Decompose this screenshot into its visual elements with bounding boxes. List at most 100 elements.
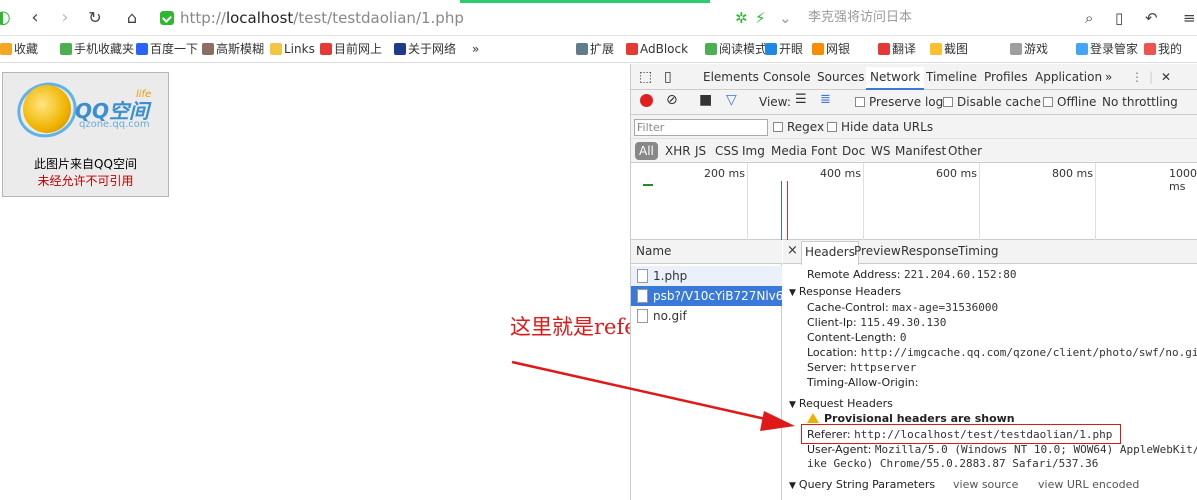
bookmark-item[interactable]: 关于网络 (394, 41, 456, 58)
throttling-select[interactable]: No throttling (1102, 95, 1178, 109)
type-js[interactable]: JS (695, 144, 706, 158)
timeline-overview[interactable]: 200 ms 400 ms 600 ms 800 ms 1000 ms (631, 163, 1197, 240)
bookmark-item[interactable]: 收藏 (0, 41, 38, 58)
refresh-engine-icon[interactable]: ✲ (735, 6, 748, 30)
undo-icon[interactable]: ↶ (1145, 6, 1158, 30)
type-ws[interactable]: WS (871, 144, 890, 158)
mobile-icon[interactable]: ▯ (1115, 6, 1123, 30)
request-row[interactable]: no.gif (631, 306, 782, 326)
bookmark-item[interactable]: 网银 (812, 41, 850, 58)
tab-preview[interactable]: Preview (854, 244, 901, 258)
bookmark-item[interactable]: 翻译 (878, 41, 916, 58)
bookmark-item[interactable]: 阅读模式 (705, 41, 767, 58)
regex-checkbox[interactable]: Regex (773, 120, 824, 134)
bookmark-item[interactable]: AdBlock (626, 41, 688, 58)
hotlink-image: QQ空间 life qzone.qq.com 此图片来自QQ空间 未经允许不可引… (2, 72, 169, 197)
bookmark-icon (60, 43, 72, 55)
bookmark-item[interactable]: 登录管家 (1076, 41, 1138, 58)
qzone-life: life (136, 89, 152, 100)
search-suggestion[interactable]: 李克强将访问日本 (808, 6, 912, 30)
offline-checkbox[interactable]: Offline (1043, 95, 1096, 109)
type-manifest[interactable]: Manifest (895, 144, 946, 158)
tab-elements[interactable]: Elements (703, 70, 759, 84)
bookmark-icon (878, 43, 890, 55)
hide-data-urls-checkbox[interactable]: Hide data URLs (827, 120, 933, 134)
bookmark-label: Links (284, 42, 315, 56)
view-url-encoded-link[interactable]: view URL encoded (1038, 478, 1139, 491)
request-row[interactable]: 1.php (631, 266, 782, 286)
bookmark-item[interactable]: 开眼 (765, 41, 803, 58)
response-headers-section[interactable]: ▼ Response Headers (789, 285, 901, 298)
tab-headers[interactable]: Headers (801, 241, 859, 265)
device-icon[interactable]: ▯ (664, 69, 672, 85)
type-other[interactable]: Other (948, 144, 982, 158)
tab-sources[interactable]: Sources (817, 70, 864, 84)
tick-label: 200 ms (704, 167, 745, 180)
bookmark-label: 高斯模糊 (216, 42, 265, 56)
back-icon[interactable]: ‹ (24, 7, 46, 29)
record-icon[interactable] (640, 94, 653, 107)
preserve-log-checkbox[interactable]: Preserve log (855, 95, 943, 109)
bookmark-label: 百度一下 (150, 42, 199, 56)
more-tabs-icon[interactable]: » (1105, 70, 1112, 84)
type-all[interactable]: All (635, 142, 658, 160)
grid-line (747, 163, 748, 240)
overview-icon[interactable]: ≣ (820, 92, 831, 107)
close-detail-icon[interactable]: × (787, 243, 798, 258)
bookmark-item[interactable]: 手机收藏夹 (60, 41, 134, 58)
tab-timing[interactable]: Timing (958, 244, 999, 258)
request-detail: × Headers Preview Response Timing Remote… (783, 240, 1197, 500)
type-media[interactable]: Media (771, 144, 807, 158)
name-column-header[interactable]: Name (631, 240, 782, 264)
secure-icon (160, 11, 174, 25)
filter-input[interactable]: Filter (634, 119, 768, 136)
reload-icon[interactable]: ↻ (84, 7, 106, 29)
search-icon[interactable]: ⌕ (1085, 6, 1093, 30)
bookmark-item[interactable]: 截图 (930, 41, 968, 58)
type-css[interactable]: CSS (715, 144, 739, 158)
type-font[interactable]: Font (811, 144, 837, 158)
inspect-icon[interactable]: ⬚ (639, 69, 652, 85)
url-field[interactable]: http://localhost/test/testdaolian/1.php (160, 6, 725, 30)
capture-screenshots-icon[interactable]: ■ (699, 92, 712, 108)
bookmark-icon (765, 43, 777, 55)
devtools-tabs: ⬚ ▯ Elements Console Sources Network Tim… (631, 64, 1197, 90)
type-xhr[interactable]: XHR (665, 144, 691, 158)
bookmark-item[interactable]: » (472, 41, 479, 58)
dropdown-chevron-icon[interactable]: ⌄ (779, 6, 792, 30)
query-string-section[interactable]: ▼ Query String Parameters (789, 478, 935, 491)
bookmark-item[interactable]: 扩展 (576, 41, 614, 58)
bookmark-item[interactable]: 游戏 (1010, 41, 1048, 58)
speed-mode-icon[interactable]: ⚡ (755, 6, 766, 30)
tab-console[interactable]: Console (763, 70, 811, 84)
header-row: Location: http://imgcache.qq.com/qzone/c… (807, 346, 1197, 359)
request-headers-section[interactable]: ▼ Request Headers (789, 397, 893, 410)
filter-icon[interactable]: ▽ (726, 92, 737, 108)
bookmark-icon (812, 43, 824, 55)
tab-response[interactable]: Response (901, 244, 959, 258)
bookmark-item[interactable]: 目前网上 (320, 41, 382, 58)
bookmark-item[interactable]: 高斯模糊 (202, 41, 264, 58)
tab-profiles[interactable]: Profiles (984, 70, 1028, 84)
clear-icon[interactable]: ⊘ (666, 92, 678, 108)
type-doc[interactable]: Doc (842, 144, 865, 158)
bookmark-item[interactable]: 百度一下 (136, 41, 198, 58)
bookmark-item[interactable]: 我的 (1144, 41, 1182, 58)
file-icon (637, 269, 648, 283)
tab-application[interactable]: Application (1035, 70, 1102, 84)
devtools-menu-icon[interactable]: ⋮ (1131, 70, 1143, 84)
large-rows-icon[interactable]: ☰ (795, 92, 807, 107)
type-img[interactable]: Img (742, 144, 765, 158)
home-icon[interactable]: ⌂ (121, 7, 143, 29)
bookmark-item[interactable]: Links (270, 41, 315, 58)
disable-cache-checkbox[interactable]: Disable cache (943, 95, 1041, 109)
bookmark-icon (270, 43, 282, 55)
view-source-link[interactable]: view source (953, 478, 1018, 491)
menu-icon[interactable]: ≡ (1183, 6, 1196, 30)
tab-timeline[interactable]: Timeline (926, 70, 977, 84)
forward-icon[interactable]: › (54, 7, 76, 29)
tab-network[interactable]: Network (866, 67, 925, 90)
close-icon[interactable]: ✕ (1161, 70, 1171, 84)
bookmark-icon (626, 43, 638, 55)
request-row[interactable]: psb?/V10cYiB727Nlv6/r... (631, 286, 782, 306)
